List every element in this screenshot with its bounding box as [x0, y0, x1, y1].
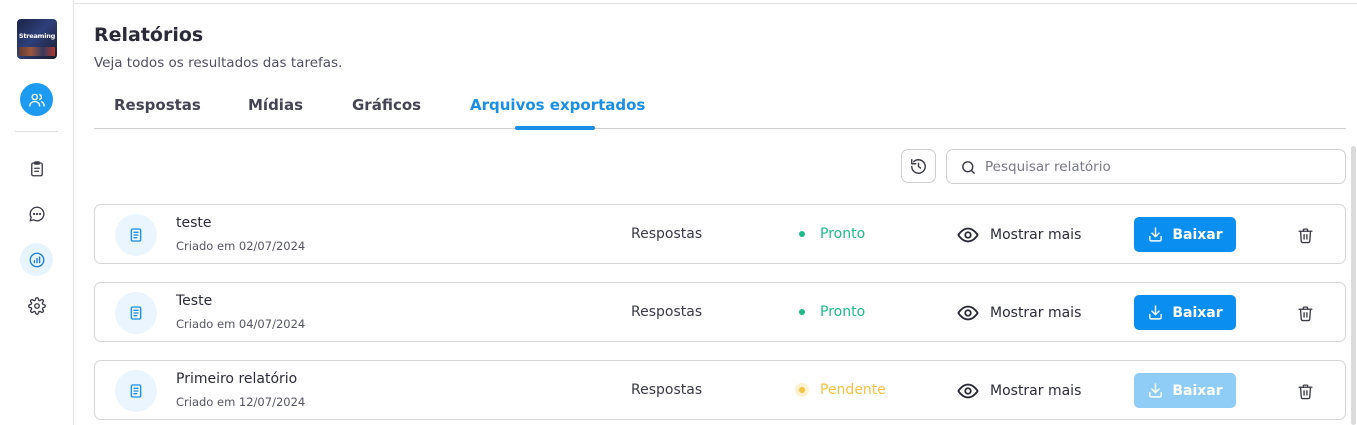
report-row: teste Criado em 02/07/2024 Respostas Pro… — [94, 204, 1346, 264]
sidebar-item-messages[interactable] — [20, 197, 53, 230]
download-icon — [1149, 227, 1163, 242]
document-icon — [130, 384, 142, 398]
sidebar-item-tasks[interactable] — [20, 152, 53, 185]
refresh-icon — [911, 158, 926, 174]
logo-artwork — [19, 47, 55, 56]
download-button[interactable]: Baixar — [1134, 295, 1236, 330]
search-box — [946, 149, 1346, 184]
report-name: Teste — [176, 293, 213, 309]
document-icon — [130, 306, 142, 320]
download-label: Baixar — [1172, 382, 1223, 399]
report-created-date: Criado em 02/07/2024 — [176, 239, 306, 253]
show-more-button[interactable]: Mostrar mais — [957, 223, 1081, 247]
report-doc-badge — [115, 370, 157, 412]
status-dot-icon — [795, 383, 809, 397]
refresh-button[interactable] — [901, 149, 936, 183]
delete-button[interactable] — [1295, 303, 1315, 323]
download-label: Baixar — [1172, 304, 1223, 321]
active-tab-indicator — [515, 126, 595, 130]
eye-icon — [957, 383, 979, 399]
report-doc-badge — [115, 214, 157, 256]
report-row: Teste Criado em 04/07/2024 Respostas Pro… — [94, 282, 1346, 342]
report-type: Respostas — [631, 382, 703, 398]
logo-text: Streaming — [18, 32, 56, 40]
status-badge: Pendente — [795, 381, 886, 399]
status-label: Pronto — [820, 226, 866, 242]
users-icon — [28, 93, 45, 107]
sidebar-item-users[interactable] — [20, 83, 53, 116]
status-dot-icon — [795, 305, 809, 319]
eye-icon — [957, 305, 979, 321]
chart-icon — [29, 252, 44, 267]
tab-midias[interactable]: Mídias — [248, 96, 303, 114]
gear-icon — [27, 296, 46, 315]
trash-icon — [1297, 305, 1313, 321]
download-label: Baixar — [1172, 226, 1223, 243]
tab-graficos[interactable]: Gráficos — [352, 96, 421, 114]
page-title: Relatórios — [94, 24, 204, 46]
report-created-date: Criado em 12/07/2024 — [176, 395, 306, 409]
show-more-button[interactable]: Mostrar mais — [957, 379, 1081, 403]
tab-respostas[interactable]: Respostas — [114, 96, 201, 114]
trash-icon — [1297, 227, 1313, 243]
search-input[interactable] — [985, 156, 1335, 178]
sidebar: Streaming — [0, 0, 74, 425]
tab-arquivos-exportados[interactable]: Arquivos exportados — [470, 96, 645, 114]
delete-button[interactable] — [1295, 225, 1315, 245]
document-icon — [130, 228, 142, 242]
status-badge: Pronto — [795, 225, 865, 243]
report-type: Respostas — [631, 304, 703, 320]
report-name: teste — [176, 215, 212, 231]
search-icon — [962, 161, 975, 174]
sidebar-item-settings[interactable] — [20, 289, 53, 322]
status-label: Pendente — [820, 382, 886, 398]
report-name: Primeiro relatório — [176, 371, 298, 387]
report-doc-badge — [115, 292, 157, 334]
status-label: Pronto — [820, 304, 866, 320]
report-type: Respostas — [631, 226, 703, 242]
tab-bar: Respostas Mídias Gráficos Arquivos expor… — [94, 92, 1346, 130]
eye-icon — [957, 227, 979, 243]
status-badge: Pronto — [795, 303, 865, 321]
show-more-label: Mostrar mais — [990, 227, 1082, 243]
sidebar-divider — [15, 131, 58, 132]
download-icon — [1149, 305, 1163, 320]
scrollbar[interactable] — [1351, 146, 1356, 425]
page-subtitle: Veja todos os resultados das tarefas. — [94, 55, 343, 71]
download-button[interactable]: Baixar — [1134, 217, 1236, 252]
top-border — [74, 3, 1357, 4]
app-logo[interactable]: Streaming — [17, 19, 57, 59]
download-icon — [1149, 383, 1163, 398]
download-button[interactable]: Baixar — [1134, 373, 1236, 408]
report-created-date: Criado em 04/07/2024 — [176, 317, 306, 331]
chat-icon — [29, 206, 44, 221]
report-row: Primeiro relatório Criado em 12/07/2024 … — [94, 360, 1346, 420]
clipboard-icon — [30, 160, 43, 176]
show-more-label: Mostrar mais — [990, 305, 1082, 321]
sidebar-item-reports[interactable] — [20, 243, 53, 276]
show-more-button[interactable]: Mostrar mais — [957, 301, 1081, 325]
status-dot-icon — [795, 227, 809, 241]
delete-button[interactable] — [1295, 381, 1315, 401]
show-more-label: Mostrar mais — [990, 383, 1082, 399]
trash-icon — [1297, 383, 1313, 399]
